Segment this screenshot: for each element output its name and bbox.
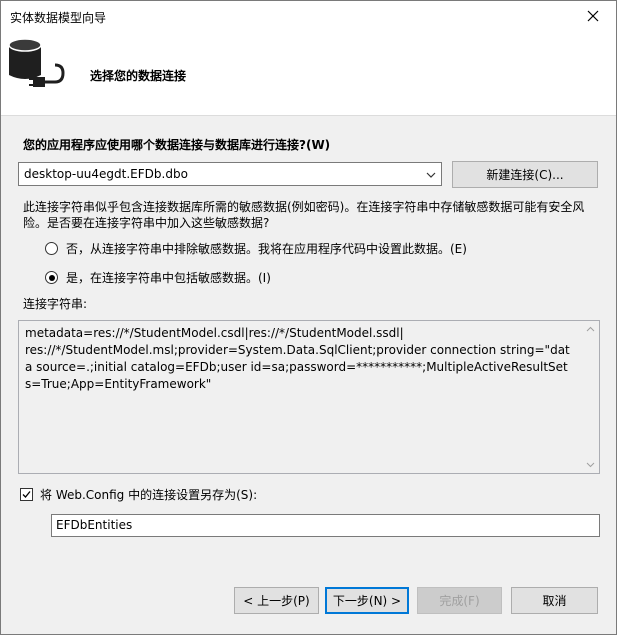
radio-label: 否，从连接字符串中排除敏感数据。我将在应用程序代码中设置此数据。(E): [66, 242, 467, 256]
radio-label: 是，在连接字符串中包括敏感数据。(I): [66, 271, 271, 285]
entities-name-field[interactable]: [51, 514, 600, 537]
scroll-up-icon[interactable]: [585, 324, 596, 335]
chevron-down-icon: [426, 172, 436, 178]
radio-include-sensitive[interactable]: 是，在连接字符串中包括敏感数据。(I): [45, 269, 271, 286]
radio-button[interactable]: [45, 271, 58, 284]
connection-dropdown-value: desktop-uu4egdt.EFDb.dbo: [24, 167, 188, 181]
next-button[interactable]: 下一步(N) >: [325, 587, 409, 614]
connection-string-value: metadata=res://*/StudentModel.csdl|res:/…: [25, 326, 570, 391]
database-plug-icon: [8, 38, 65, 87]
vertical-scrollbar[interactable]: [582, 321, 599, 473]
wizard-window: 实体数据模型向导 选择您的数据连接 您的应用程序应使用哪个数据连接与数据库进行连…: [0, 0, 617, 635]
back-button[interactable]: < 上一步(P): [234, 587, 319, 614]
page-title: 选择您的数据连接: [90, 69, 187, 83]
connection-string-textarea[interactable]: metadata=res://*/StudentModel.csdl|res:/…: [18, 320, 600, 474]
save-config-checkbox[interactable]: [20, 488, 33, 501]
radio-button[interactable]: [45, 242, 58, 255]
scroll-down-icon[interactable]: [585, 459, 596, 470]
new-connection-button[interactable]: 新建连接(C)...: [452, 161, 598, 188]
check-icon: [22, 491, 31, 498]
sensitive-data-warning: 此连接字符串似乎包含连接数据库所需的敏感数据(例如密码)。在连接字符串中存储敏感…: [23, 200, 585, 230]
radio-exclude-sensitive[interactable]: 否，从连接字符串中排除敏感数据。我将在应用程序代码中设置此数据。(E): [45, 240, 467, 257]
finish-button[interactable]: 完成(F): [417, 587, 502, 614]
close-button[interactable]: [570, 1, 616, 31]
wizard-header: 选择您的数据连接: [1, 31, 616, 116]
cancel-button[interactable]: 取消: [511, 587, 598, 614]
window-title: 实体数据模型向导: [10, 11, 107, 25]
connection-question-label: 您的应用程序应使用哪个数据连接与数据库进行连接?(W): [23, 138, 331, 152]
save-config-checkbox-row[interactable]: 将 Web.Config 中的连接设置另存为(S):: [20, 486, 257, 503]
entities-name-input[interactable]: [56, 518, 596, 532]
close-icon: [587, 10, 599, 22]
save-config-label: 将 Web.Config 中的连接设置另存为(S):: [40, 488, 258, 502]
connection-dropdown[interactable]: desktop-uu4egdt.EFDb.dbo: [18, 162, 442, 186]
title-bar: 实体数据模型向导: [1, 1, 616, 31]
connection-string-label: 连接字符串:: [23, 297, 88, 311]
